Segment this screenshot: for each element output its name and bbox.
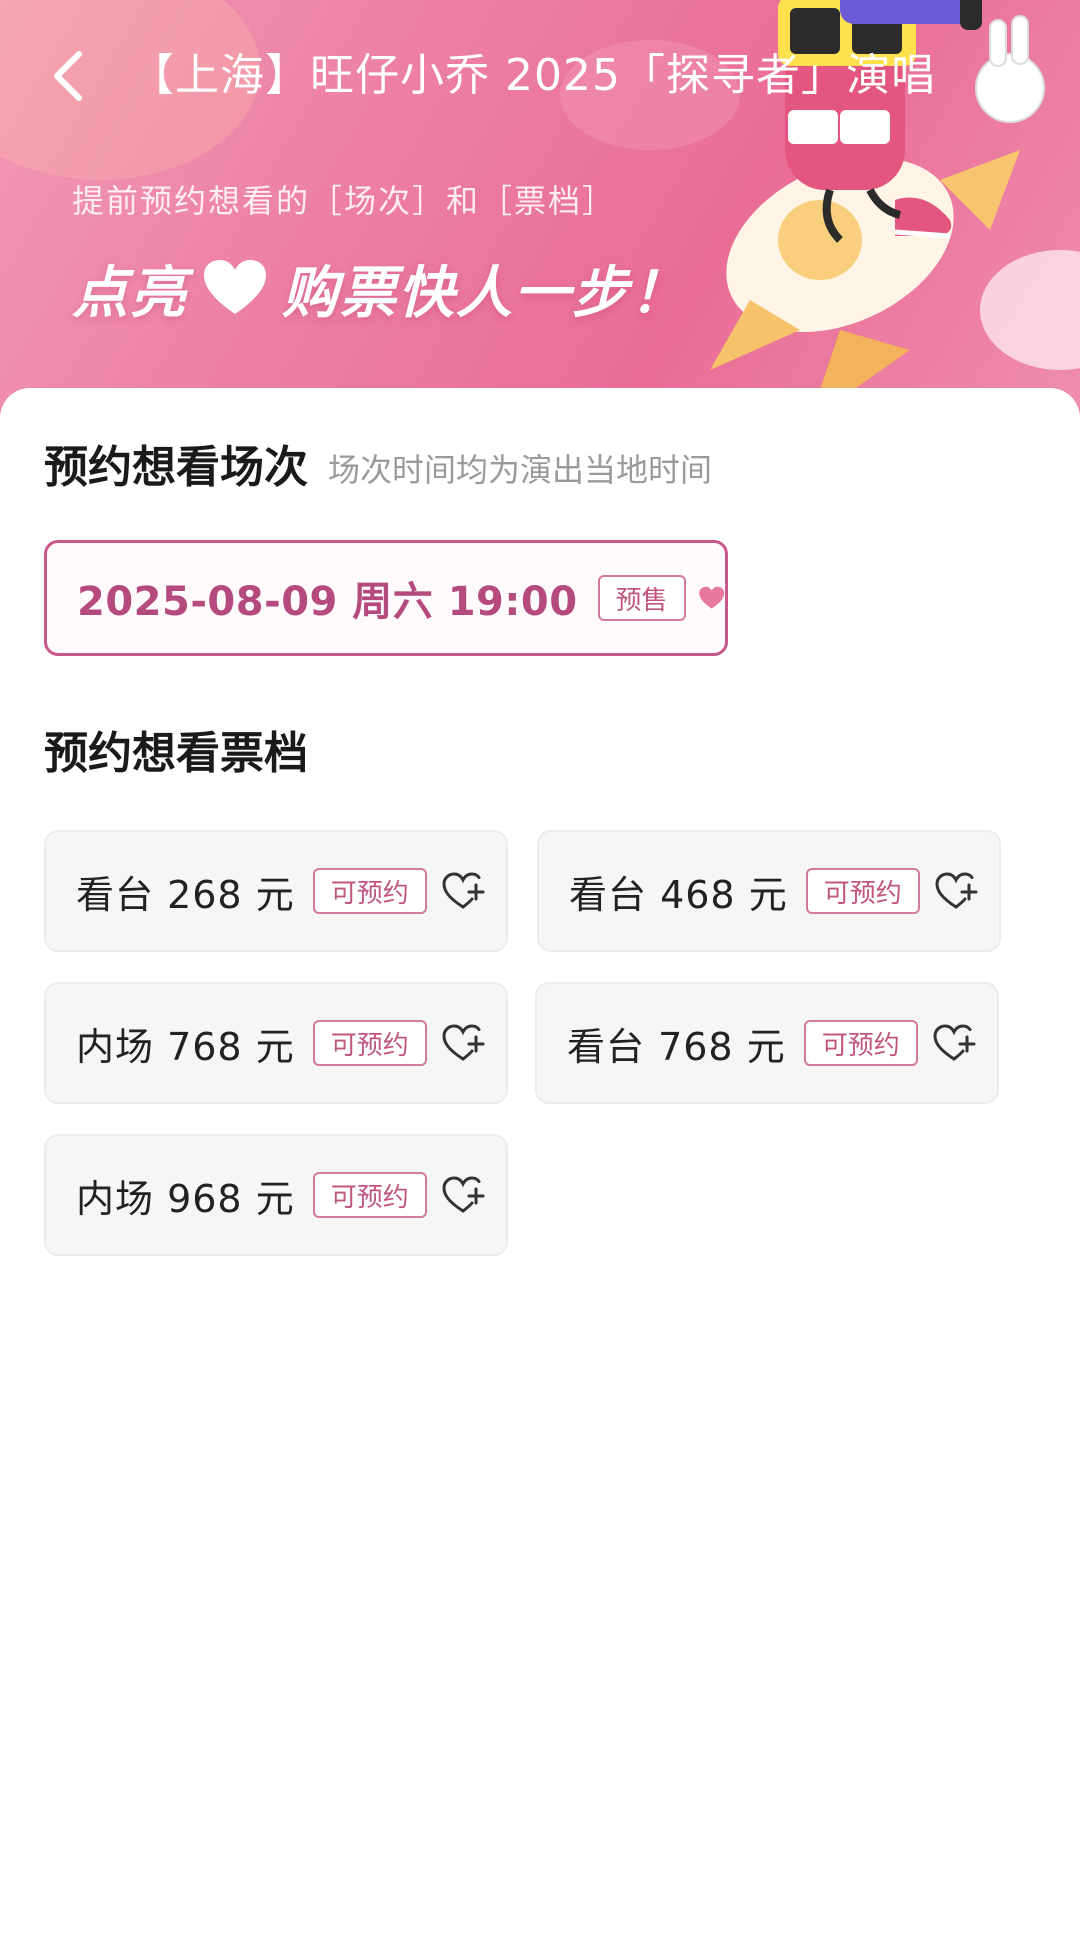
app-screen: 【上海】旺仔小乔 2025「探寻者」演唱 提前预约想看的［场次］和［票档］ 点亮… — [0, 0, 1080, 1948]
heart-add-icon[interactable] — [934, 871, 978, 911]
slogan-right: 购票快人一步！ — [282, 260, 688, 326]
session-datetime: 2025-08-09 周六 19:00 — [77, 579, 578, 625]
tier-option-768-stand[interactable]: 看台 768 元 可预约 — [535, 982, 999, 1104]
heart-add-icon[interactable] — [932, 1023, 976, 1063]
session-section-title: 预约想看场次 — [44, 442, 308, 493]
available-badge: 可预约 — [312, 1172, 427, 1218]
heart-add-icon[interactable] — [441, 1023, 485, 1063]
back-button[interactable] — [40, 48, 96, 104]
slogan-left: 点亮 — [72, 260, 188, 326]
available-badge: 可预约 — [312, 1020, 427, 1066]
tier-option-468[interactable]: 看台 468 元 可预约 — [537, 830, 1001, 952]
session-section-hint: 场次时间均为演出当地时间 — [328, 451, 713, 489]
session-option[interactable]: 2025-08-09 周六 19:00 预售 — [44, 540, 728, 656]
tier-label: 看台 268 元 — [76, 872, 295, 917]
tier-label: 看台 468 元 — [569, 872, 788, 917]
heart-add-icon[interactable] — [441, 1175, 485, 1215]
page-title: 【上海】旺仔小乔 2025「探寻者」演唱 — [130, 50, 936, 101]
heart-icon — [204, 260, 266, 314]
heart-add-icon[interactable] — [441, 871, 485, 911]
heart-filled-icon — [698, 586, 724, 609]
header-banner: 【上海】旺仔小乔 2025「探寻者」演唱 提前预约想看的［场次］和［票档］ 点亮… — [0, 0, 1080, 430]
available-badge: 可预约 — [805, 868, 920, 914]
content-panel: 预约想看场次 场次时间均为演出当地时间 2025-08-09 周六 19:00 … — [0, 388, 1080, 1948]
tier-label: 内场 968 元 — [76, 1176, 295, 1221]
tier-label: 内场 768 元 — [76, 1024, 295, 1069]
tier-option-768-floor[interactable]: 内场 768 元 可预约 — [44, 982, 508, 1104]
banner-subtitle: 提前预约想看的［场次］和［票档］ — [72, 182, 617, 220]
presale-badge: 预售 — [597, 575, 686, 621]
chevron-left-icon — [54, 51, 82, 101]
available-badge: 可预约 — [312, 868, 427, 914]
tier-option-268[interactable]: 看台 268 元 可预约 — [44, 830, 508, 952]
tier-option-968[interactable]: 内场 968 元 可预约 — [44, 1134, 508, 1256]
banner-slogan: 点亮 购票快人一步！ — [72, 248, 688, 328]
available-badge: 可预约 — [803, 1020, 918, 1066]
tier-section-title: 预约想看票档 — [44, 728, 308, 779]
tier-label: 看台 768 元 — [567, 1024, 786, 1069]
